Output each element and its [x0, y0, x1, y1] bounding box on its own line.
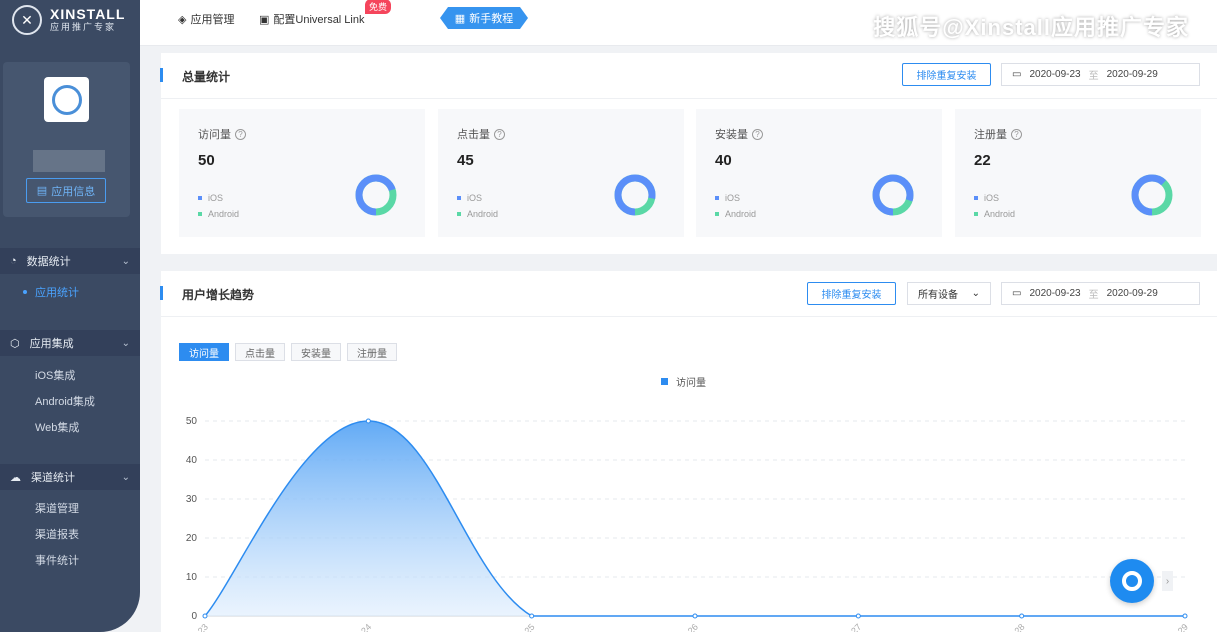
x-tick-label: 26: [686, 622, 700, 632]
calendar-icon: ▭: [1012, 69, 1022, 80]
summary-panel: 总量统计 排除重复安装 ▭ 2020-09-23 至 2020-09-29 访问…: [160, 53, 1217, 254]
y-tick-label: 50: [186, 416, 198, 427]
y-tick-label: 0: [191, 611, 197, 622]
trend-title: 用户增长趋势: [182, 288, 255, 302]
stat-value: 45: [457, 152, 474, 169]
stat-card-visits: 访问量? 50 iOS Android: [179, 109, 425, 237]
app-manage-link[interactable]: ◈ 应用管理: [178, 11, 234, 27]
tutorial-button[interactable]: ▦ 新手教程: [440, 7, 528, 29]
stat-value: 22: [974, 152, 991, 169]
sidebar-item-web[interactable]: Web集成: [0, 414, 140, 440]
y-tick-label: 30: [186, 494, 198, 505]
box-icon: ⬡: [10, 337, 20, 350]
x-tick-label: 29: [1176, 622, 1190, 632]
trend-date-range[interactable]: ▭ 2020-09-23 至 2020-09-29: [1001, 282, 1200, 305]
menu-head-channel-stats[interactable]: ☁ 渠道统计 ⌄: [0, 464, 140, 490]
data-point: [1182, 613, 1188, 619]
cube-icon: ◈: [178, 13, 187, 26]
app-card: ▤ 应用信息: [3, 62, 130, 217]
x-tick-label: 28: [1012, 622, 1026, 632]
app-name-redacted: [33, 150, 105, 172]
menu-group-app-integration: ⬡ 应用集成 ⌄ iOS集成 Android集成 Web集成: [0, 330, 140, 440]
customer-service-button[interactable]: [1110, 559, 1154, 603]
top-bar: ◈ 应用管理 ▣ 配置Universal Link 免费 ▦ 新手教程 搜狐号@…: [140, 0, 1217, 46]
data-point: [1019, 613, 1025, 619]
xinstall-logo-icon: ✕: [12, 5, 42, 35]
donut-chart: [872, 174, 914, 216]
chevron-down-icon: ⌄: [121, 337, 130, 349]
data-point: [692, 613, 698, 619]
book-icon: ▦: [454, 12, 466, 25]
stat-card-registrations: 注册量? 22 iOS Android: [955, 109, 1201, 237]
data-point: [855, 613, 861, 619]
x-tick-label: 25: [522, 622, 536, 632]
trend-dedupe-button[interactable]: 排除重复安装: [807, 282, 896, 305]
dedupe-install-button[interactable]: 排除重复安装: [902, 63, 991, 86]
chevron-down-icon: ⌄: [971, 288, 980, 299]
stat-card-clicks: 点击量? 45 iOS Android: [438, 109, 684, 237]
app-info-button[interactable]: ▤ 应用信息: [26, 178, 106, 203]
document-icon: ▤: [36, 185, 48, 197]
universal-link-link[interactable]: ▣ 配置Universal Link: [259, 11, 365, 27]
data-point: [202, 613, 208, 619]
briefcase-icon: ▣: [259, 13, 270, 26]
chevron-down-icon: ⌄: [121, 471, 130, 483]
tab-clicks[interactable]: 点击量: [235, 343, 285, 361]
tab-registrations[interactable]: 注册量: [347, 343, 397, 361]
chart-pie-icon: ◔: [10, 255, 17, 267]
app-icon: [44, 77, 89, 122]
sidebar-item-ios[interactable]: iOS集成: [0, 362, 140, 388]
brand-subtitle: 应用推广专家: [50, 21, 117, 32]
x-tick-label: 24: [359, 622, 373, 632]
donut-chart: [355, 174, 397, 216]
tab-visits[interactable]: 访问量: [179, 343, 229, 361]
channel-icon: ☁: [10, 471, 21, 484]
menu-group-data-stats: ◔ 数据统计 ⌄ 应用统计: [0, 248, 140, 305]
chevron-right-icon[interactable]: ›: [1162, 571, 1173, 591]
y-tick-label: 40: [186, 455, 198, 466]
help-icon: ?: [1011, 128, 1022, 140]
sidebar: ✕ XINSTALL 应用推广专家 ▤ 应用信息 ◔ 数据统计 ⌄ 应用统计 ⬡…: [0, 0, 140, 632]
donut-chart: [614, 174, 656, 216]
stat-card-installs: 安装量? 40 iOS Android: [696, 109, 942, 237]
chart-legend[interactable]: 访问量: [661, 374, 706, 389]
app-info-label: 应用信息: [51, 185, 96, 198]
help-icon: ?: [752, 128, 763, 140]
sidebar-item-channel-report[interactable]: 渠道报表: [0, 521, 140, 547]
menu-head-data-stats[interactable]: ◔ 数据统计 ⌄: [0, 248, 140, 274]
x-tick-label: 23: [196, 622, 210, 632]
help-icon: ?: [494, 128, 505, 140]
tab-installs[interactable]: 安装量: [291, 343, 341, 361]
data-point: [529, 613, 535, 619]
menu-group-channel-stats: ☁ 渠道统计 ⌄ 渠道管理 渠道报表 事件统计: [0, 464, 140, 573]
sidebar-item-android[interactable]: Android集成: [0, 388, 140, 414]
x-tick-label: 27: [849, 622, 863, 632]
data-point: [365, 418, 371, 424]
metric-tabs: 访问量 点击量 安装量 注册量: [179, 343, 397, 361]
series-area: [205, 421, 1185, 616]
stat-value: 50: [198, 152, 215, 169]
stat-value: 40: [715, 152, 732, 169]
trend-panel: 用户增长趋势 排除重复安装 所有设备 ⌄ ▭ 2020-09-23 至 2020…: [160, 271, 1217, 632]
sidebar-item-app-stats[interactable]: 应用统计: [0, 279, 140, 305]
chevron-down-icon: ⌄: [121, 255, 130, 267]
watermark: 搜狐号@Xinstall应用推广专家: [873, 15, 1189, 40]
menu-head-app-integration[interactable]: ⬡ 应用集成 ⌄: [0, 330, 140, 356]
y-tick-label: 10: [186, 572, 198, 583]
help-icon: ?: [235, 128, 246, 140]
y-tick-label: 20: [186, 533, 198, 544]
trend-chart: 0 10 20 30 40 50 23 24 25 26 27 28 29: [186, 416, 1190, 632]
brand-logo[interactable]: ✕ XINSTALL 应用推广专家: [0, 0, 140, 40]
brand-title: XINSTALL: [50, 6, 126, 23]
summary-title: 总量统计: [182, 70, 231, 84]
calendar-icon: ▭: [1012, 288, 1022, 299]
donut-chart: [1131, 174, 1173, 216]
sidebar-item-channel-manage[interactable]: 渠道管理: [0, 495, 140, 521]
sidebar-item-event-stats[interactable]: 事件统计: [0, 547, 140, 573]
headset-icon: [1122, 571, 1142, 591]
free-badge: 免费: [365, 0, 392, 14]
summary-date-range[interactable]: ▭ 2020-09-23 至 2020-09-29: [1001, 63, 1200, 86]
device-select[interactable]: 所有设备 ⌄: [907, 282, 991, 305]
